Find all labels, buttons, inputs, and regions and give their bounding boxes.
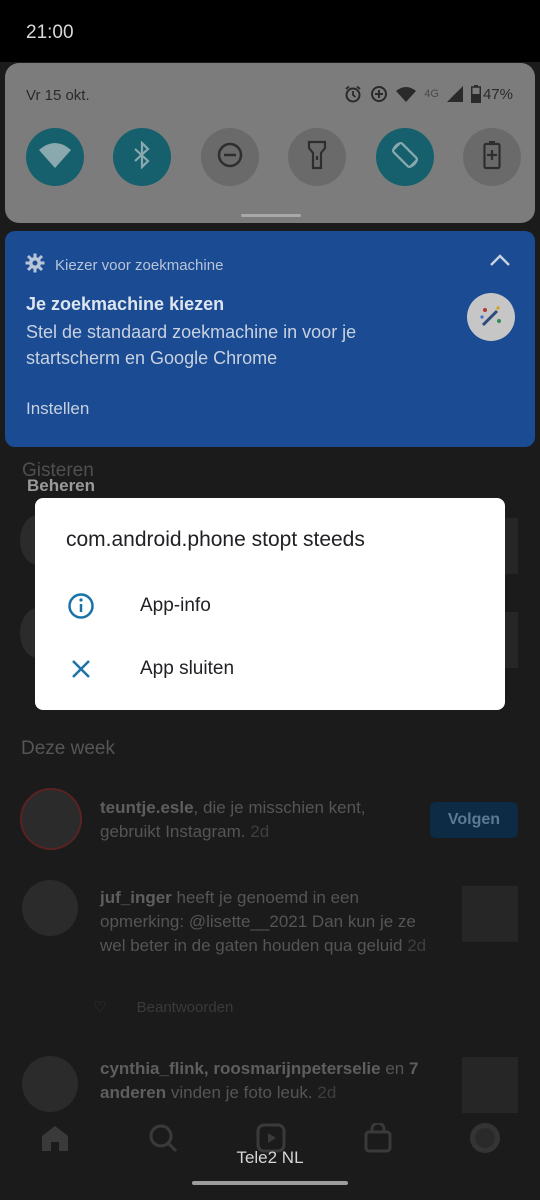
avatar[interactable] xyxy=(20,788,82,850)
qs-status-icons: 4G 47% xyxy=(344,85,513,103)
activity-text: en xyxy=(380,1059,409,1078)
post-thumbnail[interactable] xyxy=(462,886,518,942)
notification-header: Kiezer voor zoekmachine xyxy=(25,253,223,277)
info-icon xyxy=(65,592,97,620)
status-bar xyxy=(0,0,540,62)
auto-rotate-tile[interactable] xyxy=(375,128,434,186)
flashlight-tile[interactable] xyxy=(288,128,347,186)
battery-saver-icon xyxy=(483,140,501,175)
bluetooth-icon xyxy=(132,139,152,174)
manage-notifications-button[interactable]: Beheren xyxy=(27,476,95,496)
carrier-label: Tele2 NL xyxy=(236,1148,304,1167)
app-info-button[interactable]: App-info xyxy=(35,581,505,631)
notification-app-label: Kiezer voor zoekmachine xyxy=(55,256,224,274)
gear-icon xyxy=(25,253,45,277)
battery-saver-tile[interactable] xyxy=(462,128,521,186)
rotate-icon xyxy=(390,140,420,175)
gesture-handle[interactable] xyxy=(192,1181,348,1185)
avatar[interactable] xyxy=(22,1056,78,1112)
minus-circle-icon xyxy=(216,141,244,174)
list-item[interactable]: teuntje.esle, die je misschien kent, geb… xyxy=(100,796,410,844)
activity-text: vinden je foto leuk. xyxy=(166,1083,313,1102)
timestamp: 2d xyxy=(250,822,270,841)
screen: Gisteren Beheren Deze week teuntje.esle,… xyxy=(0,0,540,1200)
qs-expand-handle[interactable] xyxy=(241,214,301,217)
qs-date[interactable]: Vr 15 okt. xyxy=(26,87,90,104)
wifi-icon xyxy=(39,142,71,173)
signal-icon xyxy=(446,86,463,102)
timestamp: 2d xyxy=(317,1083,337,1102)
flashlight-icon xyxy=(307,140,327,175)
wifi-status-icon xyxy=(396,86,417,102)
section-header-deze-week: Deze week xyxy=(21,738,115,759)
battery-percentage: 47% xyxy=(482,85,513,103)
chevron-up-icon[interactable] xyxy=(489,253,511,272)
username[interactable]: juf_inger xyxy=(100,888,172,907)
close-icon xyxy=(65,658,97,680)
quick-settings-tiles xyxy=(26,128,521,186)
timestamp: 2d xyxy=(407,936,427,955)
search-engine-notification[interactable]: Kiezer voor zoekmachine Je zoekmachine k… xyxy=(5,231,535,447)
dialog-title: com.android.phone stopt steeds xyxy=(66,528,365,551)
avatar[interactable] xyxy=(22,880,78,936)
app-crash-dialog: com.android.phone stopt steeds App-info … xyxy=(35,498,505,710)
reply-row: ♡ Beantwoorden xyxy=(93,996,233,1020)
status-time: 21:00 xyxy=(26,22,74,43)
battery-icon xyxy=(470,85,481,103)
do-not-disturb-tile[interactable] xyxy=(200,128,259,186)
quick-settings-panel: Vr 15 okt. 4G 47% xyxy=(5,63,535,223)
post-thumbnail[interactable] xyxy=(462,1057,518,1113)
data-saver-icon xyxy=(370,85,388,103)
list-item[interactable]: juf_inger heeft je genoemd in een opmerk… xyxy=(100,886,445,958)
notification-title: Je zoekmachine kiezen xyxy=(26,294,225,314)
instellen-button[interactable]: Instellen xyxy=(26,399,89,419)
alarm-icon xyxy=(344,85,362,103)
heart-icon[interactable]: ♡ xyxy=(93,999,106,1016)
notification-body: Stel de standaard zoekmachine in voor je… xyxy=(26,322,357,368)
close-app-label: App sluiten xyxy=(140,658,235,679)
list-item[interactable]: cynthia_flink, roosmarijnpeterselie en 7… xyxy=(100,1057,445,1105)
reply-button[interactable]: Beantwoorden xyxy=(137,999,234,1016)
username[interactable]: cynthia_flink, roosmarijnpeterselie xyxy=(100,1059,381,1078)
wifi-tile[interactable] xyxy=(26,128,84,186)
app-info-label: App-info xyxy=(140,595,211,616)
follow-button[interactable]: Volgen xyxy=(430,802,518,838)
bluetooth-tile[interactable] xyxy=(113,128,172,186)
network-type-label: 4G xyxy=(424,88,439,100)
close-app-button[interactable]: App sluiten xyxy=(35,644,505,694)
username[interactable]: teuntje.esle xyxy=(100,798,194,817)
magic-wand-icon xyxy=(467,293,515,341)
